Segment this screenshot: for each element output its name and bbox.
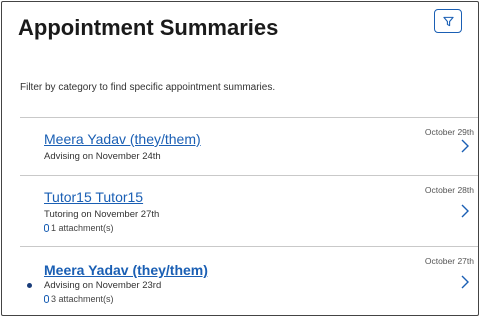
- appointment-detail: Advising on November 23rd: [44, 280, 162, 291]
- appointment-date: October 28th: [424, 185, 474, 195]
- appointment-summaries-panel: Appointment Summaries Filter by category…: [1, 1, 479, 316]
- appointment-name-link[interactable]: Meera Yadav (they/them): [44, 131, 201, 147]
- appointment-date: October 29th: [424, 127, 474, 137]
- chevron-right-icon[interactable]: [459, 138, 471, 154]
- list-item[interactable]: Tutor15 Tutor15 Tutoring on November 27t…: [2, 176, 480, 246]
- appointment-detail: Tutoring on November 27th: [44, 209, 160, 220]
- filter-hint: Filter by category to find specific appo…: [20, 82, 276, 93]
- paperclip-icon: [44, 295, 49, 303]
- page-title: Appointment Summaries: [18, 15, 279, 40]
- chevron-right-icon[interactable]: [459, 274, 471, 290]
- attachment-count: 3 attachment(s): [44, 294, 114, 304]
- attachment-count: 1 attachment(s): [44, 223, 114, 233]
- appointment-name-link[interactable]: Tutor15 Tutor15: [44, 189, 143, 205]
- appointment-name-link[interactable]: Meera Yadav (they/them): [44, 262, 208, 278]
- attachment-label: 3 attachment(s): [51, 294, 114, 304]
- filter-button[interactable]: [434, 9, 462, 33]
- unread-indicator: [27, 283, 32, 288]
- chevron-right-icon[interactable]: [459, 203, 471, 219]
- filter-icon: [442, 16, 454, 26]
- attachment-label: 1 attachment(s): [51, 223, 114, 233]
- appointment-detail: Advising on November 24th: [44, 151, 161, 162]
- paperclip-icon: [44, 224, 49, 232]
- appointment-date: October 27th: [424, 256, 474, 266]
- list-item[interactable]: Meera Yadav (they/them) Advising on Nove…: [2, 247, 480, 317]
